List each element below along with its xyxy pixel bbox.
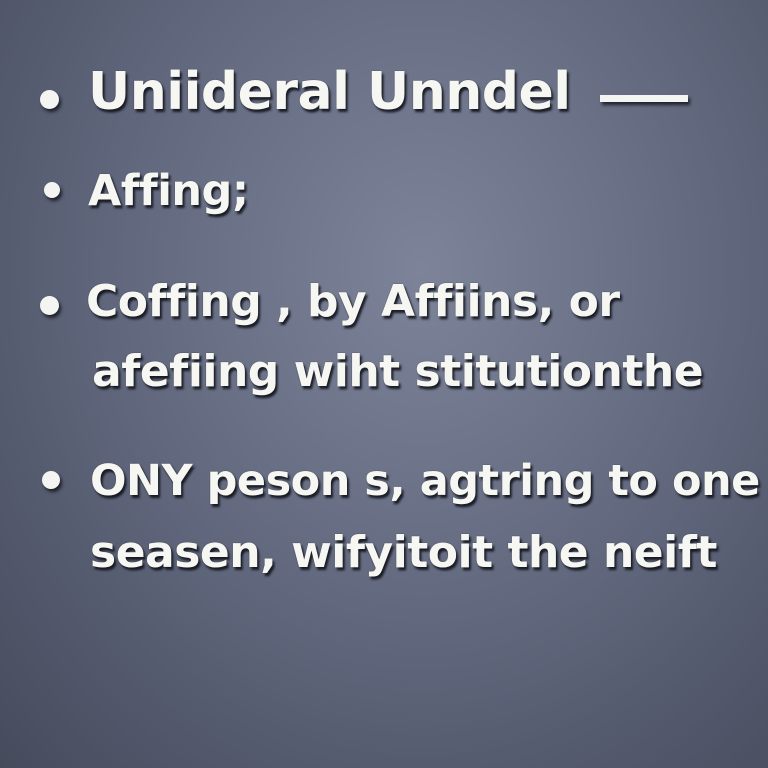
bullet-dot [42,471,60,489]
bullet-text-continuation: seasen, wifyitoit the neift [90,527,717,578]
bullet-dot [44,182,60,198]
bullet-text: ONY peson s, agtring to one [90,456,760,506]
bullet-text: Affing; [88,166,249,216]
bullet-text: Uniideral Unndel [88,62,571,122]
bullet-dot [40,296,59,315]
em-dash [600,95,688,102]
slide: Uniideral Unndel Affing; Coffing , by Af… [0,0,768,768]
bullet-text: Coffing , by Affiins, or [86,276,620,327]
bullet-text-continuation: afefiing wiht stitutionthe [92,346,704,397]
bullet-dot [40,90,59,109]
